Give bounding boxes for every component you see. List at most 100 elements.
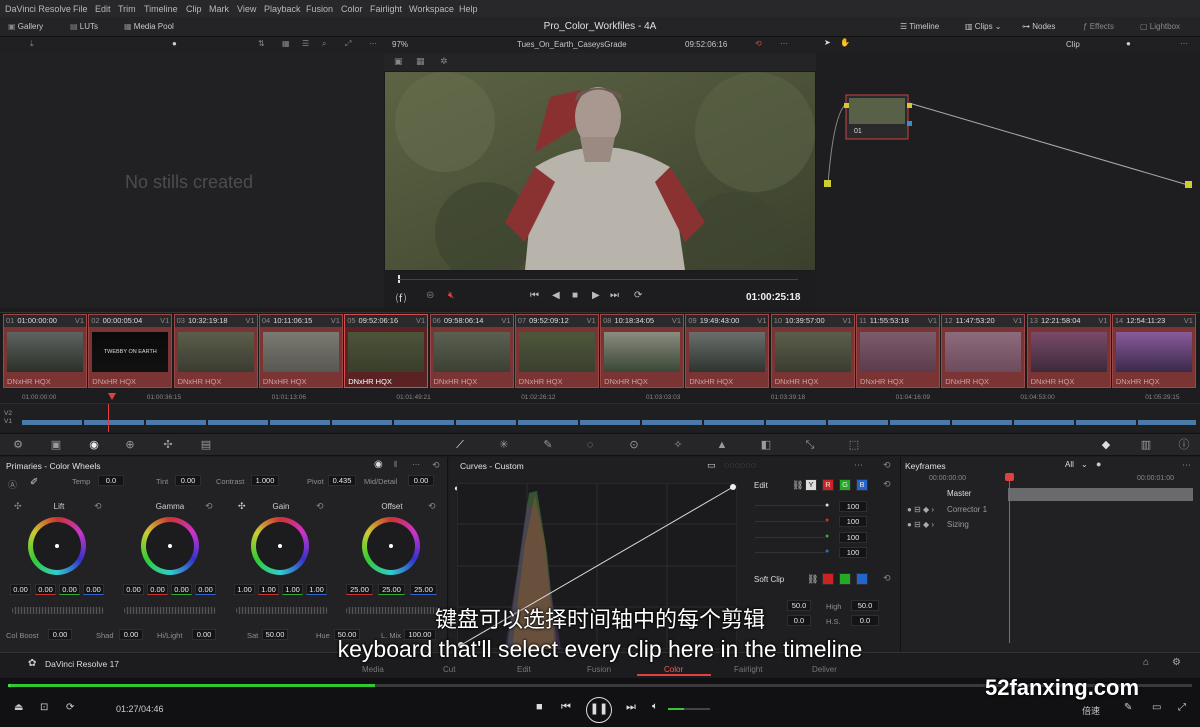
more-icon[interactable]: ⋯	[369, 39, 377, 48]
menu-clip[interactable]: Clip	[186, 4, 202, 14]
wheels-mode-icon[interactable]: ◉	[374, 459, 383, 470]
player-next-icon[interactable]: ⏭	[626, 701, 636, 714]
play-icon[interactable]: ▶	[592, 290, 600, 301]
mute-icon[interactable]: 🔇︎	[448, 290, 454, 301]
menu-file[interactable]: File	[73, 4, 88, 14]
menu-help[interactable]: Help	[459, 4, 478, 14]
scopes-icon[interactable]: ▥	[1140, 439, 1152, 451]
corrector-row-icons[interactable]: ● ⊟ ◆ ›	[907, 505, 934, 514]
contrast-value[interactable]: 1.000	[251, 475, 279, 486]
gain-g[interactable]: 1.00	[282, 584, 303, 595]
gain-picker-icon[interactable]: ✣	[238, 501, 246, 512]
sizing-icon[interactable]: ⤡	[804, 439, 816, 451]
temp-value[interactable]: 0.0	[98, 475, 124, 486]
zoom-level[interactable]: 97%	[392, 40, 408, 49]
eject-icon[interactable]: ⏏	[14, 702, 23, 713]
menu-workspace[interactable]: Workspace	[409, 4, 454, 14]
camera-raw-icon[interactable]: ⚙	[12, 439, 24, 451]
intensity-b-slider[interactable]	[755, 552, 825, 553]
pivot-value[interactable]: 0.435	[328, 475, 356, 486]
curve-white-point-icon[interactable]: ◖	[453, 483, 458, 493]
loop-playback-icon[interactable]: ⟳	[634, 290, 642, 301]
source-input-dot[interactable]	[824, 180, 831, 187]
search-icon[interactable]: ⌕	[322, 39, 326, 49]
keyframe-zoom-slider[interactable]: ●	[1096, 459, 1101, 469]
curves-huehue-icon[interactable]: ◌◌◌◌◌◌	[724, 460, 756, 470]
gamma-r[interactable]: 0.00	[147, 584, 168, 595]
rotate-icon[interactable]: ⟳	[66, 702, 74, 713]
lift-wheel[interactable]	[28, 517, 86, 575]
window-icon[interactable]: ◌	[584, 439, 596, 451]
menu-trim[interactable]: Trim	[118, 4, 136, 14]
gain-b[interactable]: 1.00	[306, 584, 327, 595]
softclip-b[interactable]	[856, 573, 868, 585]
curve-g-channel[interactable]: G	[839, 479, 851, 491]
menu-mark[interactable]: Mark	[209, 4, 229, 14]
fx-icon[interactable]: ⒡	[396, 290, 406, 305]
clip-01[interactable]: 01 01:00:00:00 V1 DNxHR HQX	[3, 314, 87, 388]
menu-fairlight[interactable]: Fairlight	[370, 4, 402, 14]
curve-r-channel[interactable]: R	[822, 479, 834, 491]
page-tab-color[interactable]: Color	[664, 665, 683, 674]
clip-mode[interactable]: Clip	[1066, 40, 1080, 49]
edit-reset-icon[interactable]: ⟲	[883, 479, 891, 490]
menu-edit[interactable]: Edit	[95, 4, 111, 14]
gamma-wheel[interactable]	[141, 517, 199, 575]
pip-icon[interactable]: ✎	[1124, 702, 1132, 713]
softclip-link-icon[interactable]: ⛓	[807, 574, 818, 585]
curves-custom-icon[interactable]: ▭	[707, 460, 716, 471]
player-stop-icon[interactable]: ■	[536, 701, 543, 713]
mini-timeline-ruler[interactable]: 01:00:00:00 01:00:36:15 01:01:13:06 01:01:4…	[0, 390, 1200, 404]
grid-view-icon[interactable]: ▦	[282, 39, 290, 48]
menu-playback[interactable]: Playback	[264, 4, 301, 14]
curve-y-channel[interactable]: Y	[805, 479, 817, 491]
grab-still-icon[interactable]: ⤓	[30, 39, 34, 49]
curves-more-icon[interactable]: ⋯	[854, 460, 863, 471]
fullscreen-icon[interactable]: ⤢	[1178, 702, 1186, 713]
page-tab-fusion[interactable]: Fusion	[587, 665, 611, 674]
rgb-mixer-icon[interactable]: ✣	[162, 439, 174, 451]
list-view-icon[interactable]: ☰	[302, 39, 309, 48]
softclip-reset-icon[interactable]: ⟲	[883, 573, 891, 584]
gallery-zoom-slider[interactable]: ●	[172, 39, 177, 48]
node-more-icon[interactable]: ⋯	[1180, 39, 1188, 48]
pointer-icon[interactable]: ➤	[824, 38, 831, 47]
clip-02[interactable]: 02 00:00:05:04 V1 TWEBBY ON EARTH DNxHR HQX	[88, 314, 173, 388]
key-icon[interactable]: ◧	[760, 439, 772, 451]
3d-icon[interactable]: ⬚	[848, 439, 860, 451]
page-tab-edit[interactable]: Edit	[517, 665, 531, 674]
menu-timeline[interactable]: Timeline	[144, 4, 178, 14]
output-dot[interactable]	[1185, 181, 1192, 188]
intensity-r[interactable]: 100	[839, 516, 867, 527]
curves-reset-icon[interactable]: ⟲	[883, 460, 891, 471]
magic-mask-icon[interactable]: ✧	[672, 439, 684, 451]
keyframes-panel-icon[interactable]: ◆	[1100, 439, 1112, 451]
sizing-row-icons[interactable]: ● ⊟ ◆ ›	[907, 520, 934, 529]
picker-icon[interactable]: ✐	[30, 477, 38, 488]
intensity-g-slider[interactable]	[755, 537, 825, 538]
sort-icon[interactable]: ⇅	[258, 39, 265, 48]
curves-icon[interactable]: ⟋	[454, 439, 466, 451]
gamma-y[interactable]: 0.00	[123, 584, 144, 595]
lift-r[interactable]: 0.00	[35, 584, 56, 595]
kf-playhead-handle[interactable]	[1005, 473, 1014, 481]
info-icon[interactable]: ⓘ	[1178, 439, 1190, 451]
playhead-marker[interactable]	[108, 393, 116, 400]
filter-chevron-icon[interactable]: ⌄	[1081, 460, 1088, 469]
color-warper-icon[interactable]: ✳	[498, 439, 510, 451]
image-wipe-icon[interactable]: ▣	[394, 56, 403, 67]
node-zoom-slider[interactable]: ●	[1126, 39, 1131, 48]
lift-g[interactable]: 0.00	[59, 584, 80, 595]
clip-13[interactable]: 13 12:21:58:04 V1 DNxHR HQX	[1026, 314, 1111, 388]
timeline-name[interactable]: Tues_On_Earth_CaseysGrade	[517, 40, 627, 49]
player-prev-icon[interactable]: ⏮	[561, 701, 571, 714]
offset-wheel[interactable]	[362, 517, 420, 575]
clip-14[interactable]: 14 12:54:11:23 V1 DNxHR HQX	[1111, 314, 1196, 388]
intensity-g[interactable]: 100	[839, 532, 867, 543]
primaries-more-icon[interactable]: ⋯	[412, 460, 420, 469]
hand-icon[interactable]: ✋	[840, 38, 850, 47]
master-track[interactable]	[1008, 488, 1193, 501]
intensity-r-slider[interactable]	[755, 521, 825, 522]
keyframes-filter[interactable]: All	[1065, 460, 1074, 469]
reset-all-icon[interactable]: ⟲	[432, 460, 440, 471]
